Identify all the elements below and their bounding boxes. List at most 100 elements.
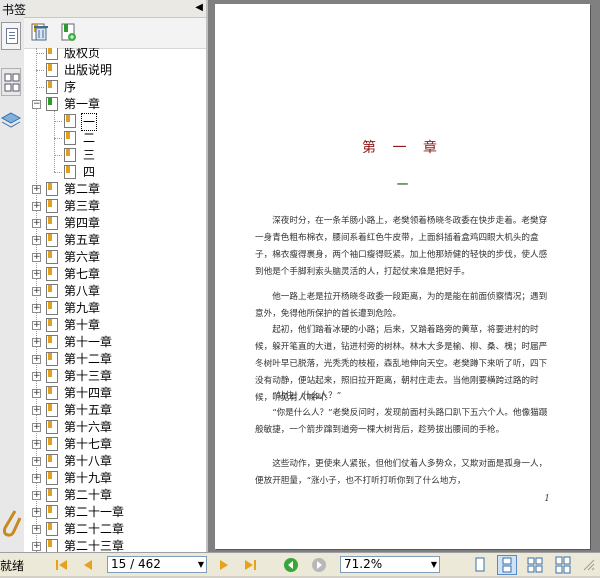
- bookmark-item-chapter[interactable]: + 第十章: [24, 317, 184, 333]
- bookmark-item-chapter[interactable]: + 第十七章: [24, 436, 184, 452]
- expand-toggle[interactable]: +: [32, 287, 41, 296]
- expand-toggle[interactable]: +: [32, 304, 41, 313]
- bookmark-icon: [46, 284, 58, 298]
- chapter-title: 第 一 章: [362, 140, 443, 156]
- page-number-field[interactable]: 15 / 462 ▼: [107, 556, 207, 573]
- bookmark-item-chapter[interactable]: + 第十九章: [24, 470, 184, 486]
- bookmark-icon: [46, 335, 58, 349]
- thumbnails-tab-icon[interactable]: [1, 68, 21, 96]
- bookmark-item-chapter[interactable]: + 第九章: [24, 300, 184, 316]
- first-page-icon[interactable]: [54, 557, 70, 573]
- bookmarks-tab-icon[interactable]: [1, 22, 21, 50]
- document-view[interactable]: 第 一 章 一 深夜时分，在一条羊肠小路上，老樊领着杨晓冬政委在快步走着。老樊穿…: [206, 0, 600, 552]
- bookmark-item-chapter[interactable]: + 第五章: [24, 232, 184, 248]
- facing-view-icon[interactable]: [525, 555, 545, 575]
- zoom-dropdown-icon[interactable]: ▼: [431, 557, 437, 572]
- resize-grip-icon[interactable]: [582, 559, 596, 571]
- expand-toggle[interactable]: +: [32, 525, 41, 534]
- expand-toggle[interactable]: +: [32, 508, 41, 517]
- expand-toggle[interactable]: +: [32, 406, 41, 415]
- bookmark-item-chapter[interactable]: + 第十四章: [24, 385, 184, 401]
- body-paragraph: 他一路上老是拉开杨晓冬政委一段距离，为的是能在前面侦察情况；遇到意外，免得他所保…: [255, 292, 548, 319]
- bookmark-item-chapter[interactable]: + 第六章: [24, 249, 184, 265]
- bookmark-icon: [46, 267, 58, 281]
- bookmark-item-chapter[interactable]: + 第十五章: [24, 402, 184, 418]
- bookmark-icon: [46, 80, 58, 94]
- bookmarks-panel-title: 书签: [2, 3, 27, 17]
- body-paragraph: “站住！什么人？”: [272, 391, 342, 401]
- expand-toggle[interactable]: +: [32, 236, 41, 245]
- bookmark-item[interactable]: 四: [24, 164, 184, 180]
- next-page-icon[interactable]: [216, 557, 232, 573]
- last-page-icon[interactable]: [242, 557, 258, 573]
- page-dropdown-icon[interactable]: ▼: [198, 557, 204, 572]
- expand-toggle[interactable]: +: [32, 338, 41, 347]
- bookmark-item-chapter[interactable]: + 第二十三章: [24, 538, 184, 552]
- forward-view-icon[interactable]: [311, 557, 327, 573]
- bookmark-item[interactable]: 二: [24, 130, 184, 146]
- chapter-section-number: 一: [397, 178, 408, 191]
- bookmark-item[interactable]: 版权页: [24, 48, 184, 61]
- expand-toggle[interactable]: +: [32, 389, 41, 398]
- bookmark-item-chapter[interactable]: + 第十一章: [24, 334, 184, 350]
- expand-toggle[interactable]: +: [32, 219, 41, 228]
- bookmark-item-chapter[interactable]: + 第四章: [24, 215, 184, 231]
- bookmark-item-chapter[interactable]: + 第二十章: [24, 487, 184, 503]
- delete-bookmark-icon[interactable]: [32, 23, 50, 41]
- bookmark-item-chapter[interactable]: + 第十三章: [24, 368, 184, 384]
- layers-tab-icon[interactable]: [0, 110, 22, 132]
- expand-toggle[interactable]: +: [32, 253, 41, 262]
- collapse-panel-icon[interactable]: ◀: [195, 2, 203, 13]
- bookmark-icon: [46, 403, 58, 417]
- bookmark-item-chapter[interactable]: + 第七章: [24, 266, 184, 282]
- expand-toggle[interactable]: +: [32, 491, 41, 500]
- attachments-tab-icon[interactable]: [0, 508, 22, 538]
- back-view-icon[interactable]: [283, 557, 299, 573]
- bookmark-item-chapter[interactable]: + 第二十一章: [24, 504, 184, 520]
- bookmark-item-chapter[interactable]: + 第八章: [24, 283, 184, 299]
- new-bookmark-icon[interactable]: [60, 23, 78, 41]
- bookmark-item-chapter[interactable]: + 第十六章: [24, 419, 184, 435]
- zoom-field[interactable]: 71.2% ▼: [340, 556, 440, 573]
- bookmark-label: 第九章: [64, 301, 101, 315]
- expand-toggle[interactable]: +: [32, 474, 41, 483]
- bookmark-item-chapter[interactable]: + 第二十二章: [24, 521, 184, 537]
- bookmark-item[interactable]: 序: [24, 79, 184, 95]
- bookmark-label: 三: [83, 148, 96, 162]
- expand-toggle[interactable]: +: [32, 440, 41, 449]
- body-paragraph: 深夜时分，在一条羊肠小路上，老樊领着杨晓冬政委在快步走着。老樊穿一身青色粗布棉衣…: [255, 216, 548, 277]
- bookmark-label: 序: [64, 80, 77, 94]
- bookmark-icon: [46, 454, 58, 468]
- expand-toggle[interactable]: +: [32, 542, 41, 551]
- bookmark-item-chapter[interactable]: + 第三章: [24, 198, 184, 214]
- continuous-facing-view-icon[interactable]: [553, 555, 573, 575]
- bookmark-icon: [46, 97, 58, 111]
- expand-toggle[interactable]: +: [32, 457, 41, 466]
- single-page-view-icon[interactable]: [470, 555, 490, 575]
- bookmark-item[interactable]: 出版说明: [24, 62, 184, 78]
- expand-toggle[interactable]: +: [32, 321, 41, 330]
- expand-toggle[interactable]: +: [32, 423, 41, 432]
- bookmark-label: 第十一章: [64, 335, 113, 349]
- bookmark-item-chapter[interactable]: + 第十二章: [24, 351, 184, 367]
- bookmark-label: 第五章: [64, 233, 101, 247]
- expand-toggle[interactable]: +: [32, 185, 41, 194]
- bookmark-icon: [46, 505, 58, 519]
- bookmark-label: 第十七章: [64, 437, 113, 451]
- expand-toggle[interactable]: +: [32, 270, 41, 279]
- body-paragraph: 这些动作，更使来人紧张，但他们仗着人多势众，又欺对面是孤身一人，便放开胆量，“涨…: [255, 459, 548, 486]
- document-page: 第 一 章 一 深夜时分，在一条羊肠小路上，老樊领着杨晓冬政委在快步走着。老樊穿…: [215, 4, 590, 549]
- bookmark-item-selected[interactable]: 一: [24, 113, 184, 131]
- bookmark-icon: [46, 318, 58, 332]
- expand-toggle[interactable]: +: [32, 202, 41, 211]
- bookmark-item[interactable]: 三: [24, 147, 184, 163]
- expand-toggle[interactable]: +: [32, 372, 41, 381]
- bookmark-item-chapter[interactable]: + 第二章: [24, 181, 184, 197]
- bookmark-item-chapter-1[interactable]: − 第一章: [24, 96, 184, 112]
- bookmark-label: 一: [81, 113, 98, 131]
- expand-toggle[interactable]: +: [32, 355, 41, 364]
- bookmark-item-chapter[interactable]: + 第十八章: [24, 453, 184, 469]
- continuous-view-icon[interactable]: [497, 555, 517, 575]
- previous-page-icon[interactable]: [80, 557, 96, 573]
- collapse-toggle[interactable]: −: [32, 100, 41, 109]
